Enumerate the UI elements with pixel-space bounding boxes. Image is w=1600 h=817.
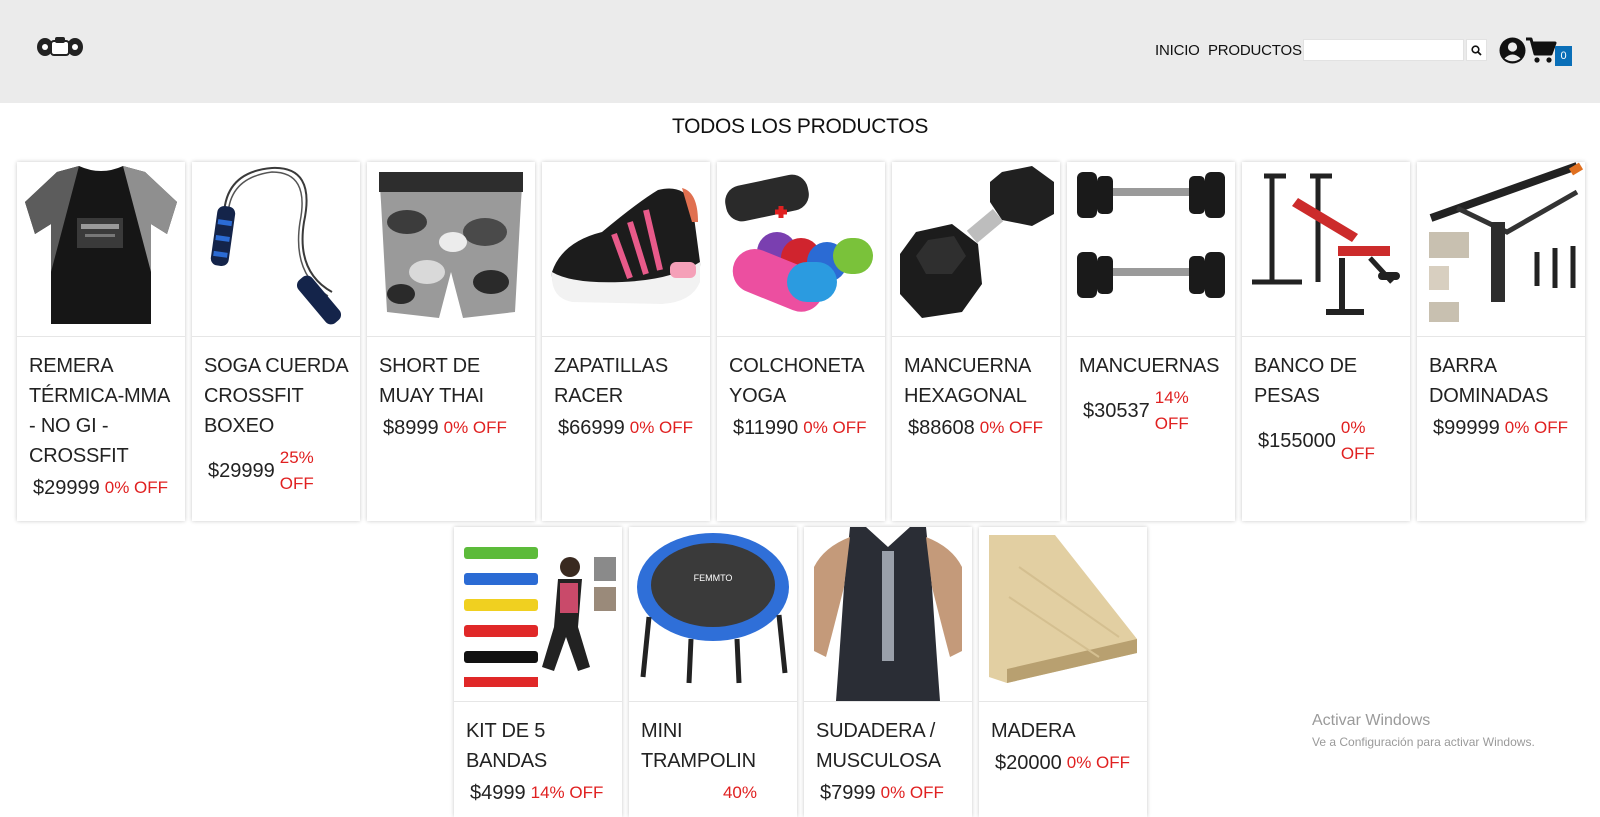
discount-label: 0% OFF — [629, 418, 694, 437]
discount-label: 14% OFF — [1154, 388, 1189, 433]
product-name[interactable]: MANCUERNA HEXAGONAL — [904, 351, 1048, 411]
product-image — [542, 162, 710, 337]
product-image — [804, 527, 972, 702]
discount-label: 40% — [722, 783, 757, 802]
product-card[interactable]: REMERA TÉRMICA-MMA - NO GI - CROSSFIT $2… — [17, 162, 185, 521]
product-card[interactable]: MADERA $20000 0% OFF — [979, 527, 1147, 817]
product-image — [1417, 162, 1585, 337]
discount-label: 0% OFF — [443, 418, 507, 437]
product-card[interactable]: SUDADERA / MUSCULOSA $7999 0% OFF — [804, 527, 972, 817]
product-card[interactable]: COLCHONETA YOGA $11990 0% OFF — [717, 162, 885, 521]
product-name[interactable]: MINI TRAMPOLIN — [641, 716, 785, 776]
product-image — [979, 527, 1147, 702]
product-card[interactable]: MANCUERNA HEXAGONAL $88608 0% OFF — [892, 162, 1060, 521]
product-card[interactable]: MANCUERNAS $30537 14% OFF — [1067, 162, 1235, 521]
product-image: FEMMTO — [629, 527, 797, 702]
product-name[interactable]: ZAPATILLAS RACER — [554, 351, 698, 411]
product-price: $29999 — [208, 459, 275, 482]
site-header: INICIO PRODUCTOS 0 — [0, 0, 1600, 103]
product-price: $66999 — [558, 416, 625, 439]
search-button[interactable] — [1466, 39, 1487, 61]
product-image — [367, 162, 535, 337]
trampoline-brand-text: FEMMTO — [694, 573, 733, 583]
nav-inicio[interactable]: INICIO — [1155, 42, 1200, 59]
product-card[interactable]: KIT DE 5 BANDAS $4999 14% OFF — [454, 527, 622, 817]
product-name[interactable]: SHORT DE MUAY THAI — [379, 351, 523, 411]
product-card[interactable]: BANCO DE PESAS $155000 0% OFF — [1242, 162, 1410, 521]
product-name[interactable]: BANCO DE PESAS — [1254, 351, 1398, 411]
search-icon — [1471, 44, 1482, 56]
product-image — [1242, 162, 1410, 337]
product-image — [17, 162, 185, 337]
product-price: $20000 — [995, 751, 1062, 774]
discount-label: 0% OFF — [979, 418, 1044, 437]
product-image — [192, 162, 360, 337]
product-image — [892, 162, 1060, 337]
discount-label: 0% OFF — [1066, 753, 1131, 772]
product-image — [717, 162, 885, 337]
product-price: $7999 — [820, 781, 876, 804]
product-price: $4999 — [470, 781, 526, 804]
product-price: $88608 — [908, 416, 975, 439]
nav-productos[interactable]: PRODUCTOS — [1208, 42, 1302, 59]
product-name[interactable]: KIT DE 5 BANDAS — [466, 716, 610, 776]
product-price: $29999 — [33, 476, 100, 499]
discount-label: 14% OFF — [530, 783, 604, 802]
product-image — [1067, 162, 1235, 337]
product-card[interactable]: BARRA DOMINADAS $99999 0% OFF — [1417, 162, 1585, 521]
cart-icon[interactable] — [1525, 36, 1557, 64]
product-name[interactable]: MANCUERNAS — [1079, 351, 1223, 381]
page-title: TODOS LOS PRODUCTOS — [671, 115, 929, 138]
discount-label: 0% OFF — [1340, 418, 1375, 463]
discount-label: 0% OFF — [104, 478, 169, 497]
product-name[interactable]: BARRA DOMINADAS — [1429, 351, 1573, 411]
cart-count-badge: 0 — [1555, 46, 1572, 66]
product-price: $99999 — [1433, 416, 1500, 439]
discount-label: 0% OFF — [1504, 418, 1569, 437]
product-price: $11990 — [733, 416, 799, 439]
discount-label: 25% OFF — [279, 448, 314, 493]
windows-activation-subtitle: Ve a Configuración para activar Windows. — [1312, 735, 1535, 749]
product-card[interactable]: SHORT DE MUAY THAI $8999 0% OFF — [367, 162, 535, 521]
windows-activation-title: Activar Windows — [1312, 712, 1431, 729]
product-name[interactable]: REMERA TÉRMICA-MMA - NO GI - CROSSFIT — [29, 351, 173, 471]
user-account-icon[interactable] — [1499, 37, 1526, 64]
search-input[interactable] — [1303, 39, 1464, 61]
product-name[interactable]: COLCHONETA YOGA — [729, 351, 873, 411]
product-card[interactable]: SOGA CUERDA CROSSFIT BOXEO $29999 25% OF… — [192, 162, 360, 521]
product-card[interactable]: FEMMTO MINI TRAMPOLIN 40% — [629, 527, 797, 817]
product-name[interactable]: SUDADERA / MUSCULOSA — [816, 716, 960, 776]
product-name[interactable]: SOGA CUERDA CROSSFIT BOXEO — [204, 351, 348, 441]
discount-label: 0% OFF — [880, 783, 944, 802]
product-price: $155000 — [1258, 429, 1336, 452]
product-price: $30537 — [1083, 399, 1150, 422]
product-image — [454, 527, 622, 702]
brand-logo[interactable] — [36, 34, 84, 60]
product-price: $8999 — [383, 416, 439, 439]
product-card[interactable]: ZAPATILLAS RACER $66999 0% OFF — [542, 162, 710, 521]
product-name[interactable]: MADERA — [991, 716, 1135, 746]
discount-label: 0% OFF — [803, 418, 867, 437]
